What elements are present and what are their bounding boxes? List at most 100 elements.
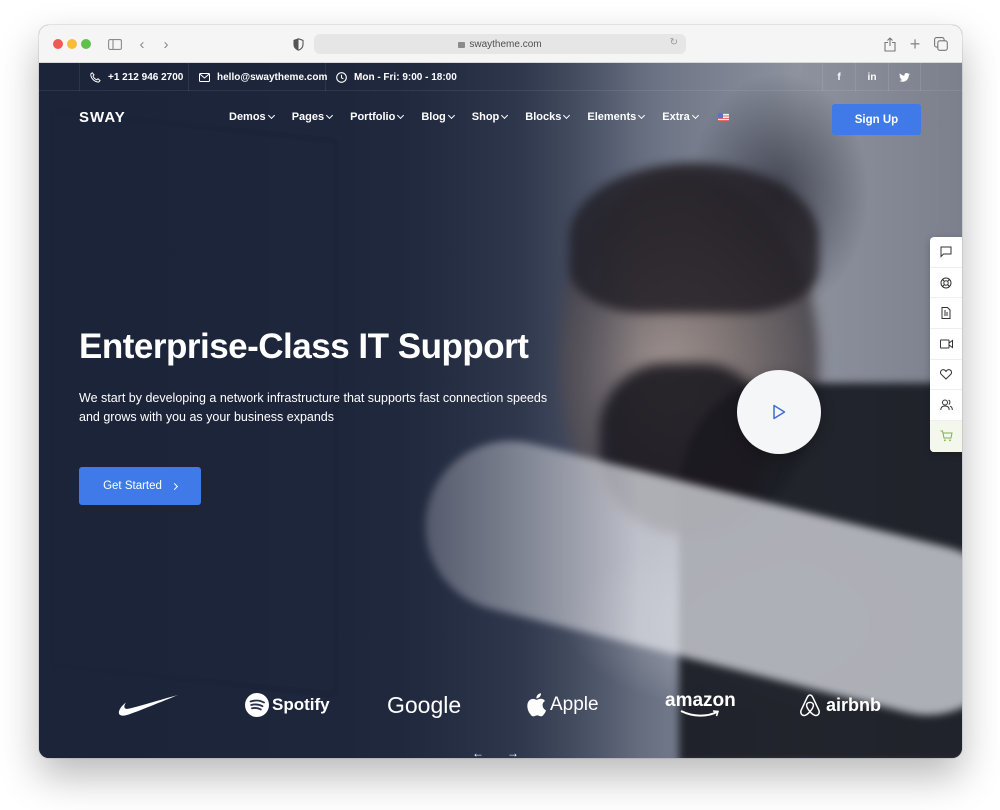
background-photo-hair	[569, 163, 819, 313]
hero-title: Enterprise-Class IT Support	[79, 327, 529, 366]
nav-item-extra[interactable]: Extra	[662, 111, 699, 123]
chevron-down-icon	[501, 111, 509, 119]
dock-wishlist[interactable]	[930, 360, 962, 391]
apple-icon	[527, 693, 546, 717]
nav-item-portfolio[interactable]: Portfolio	[350, 111, 405, 123]
hero-section: +1 212 946 2700 hello@swaytheme.com Mon …	[39, 63, 962, 758]
users-icon	[939, 399, 953, 411]
facebook-link[interactable]: f	[822, 63, 855, 91]
clock-icon	[336, 71, 347, 83]
share-icon[interactable]	[882, 34, 898, 54]
chevron-down-icon	[563, 111, 571, 119]
us-flag-icon	[717, 113, 729, 121]
airbnb-icon	[800, 694, 820, 717]
play-icon	[773, 404, 786, 420]
back-icon[interactable]: ‹	[135, 34, 149, 54]
mail-icon	[199, 72, 210, 82]
nav-item-shop[interactable]: Shop	[471, 111, 509, 123]
nav-label: Blog	[421, 111, 446, 123]
linkedin-link[interactable]: in	[855, 63, 888, 91]
twitter-icon	[899, 72, 910, 82]
cart-icon	[940, 430, 953, 442]
tab-overview-icon[interactable]	[932, 34, 950, 54]
email-address: hello@swaytheme.com	[217, 71, 328, 83]
sidebar-toggle-icon[interactable]	[105, 34, 125, 54]
business-hours: Mon - Fri: 9:00 - 18:00	[336, 63, 457, 91]
chevron-down-icon	[326, 111, 334, 119]
divider	[188, 63, 189, 91]
privacy-shield-icon[interactable]	[290, 34, 306, 54]
spotify-logo: Spotify	[245, 685, 330, 725]
chevron-down-icon	[447, 111, 455, 119]
dock-support[interactable]	[930, 268, 962, 299]
apple-wordmark: Apple	[550, 694, 599, 715]
get-started-button[interactable]: Get Started	[79, 467, 201, 505]
sign-up-button[interactable]: Sign Up	[832, 104, 921, 135]
nav-label: Portfolio	[350, 111, 396, 123]
heart-icon	[940, 369, 952, 380]
phone-icon	[90, 71, 101, 83]
nav-label: Pages	[291, 111, 325, 123]
language-switcher[interactable]	[716, 113, 729, 121]
chevron-down-icon	[638, 111, 646, 119]
video-icon	[939, 339, 953, 349]
chat-icon	[940, 246, 952, 258]
play-video-button[interactable]	[737, 370, 821, 454]
spotify-icon	[245, 693, 269, 717]
reload-icon[interactable]: ↻	[670, 37, 678, 48]
get-started-label: Get Started	[103, 480, 162, 492]
url-text: swaytheme.com	[469, 38, 542, 50]
lock-icon	[458, 42, 466, 48]
nav-label: Demos	[229, 111, 266, 123]
airbnb-wordmark: airbnb	[826, 694, 882, 715]
nav-item-pages[interactable]: Pages	[291, 111, 334, 123]
site-logo[interactable]: SWAY	[79, 109, 126, 126]
side-dock	[930, 237, 962, 452]
top-info-bar: +1 212 946 2700 hello@swaytheme.com Mon …	[39, 63, 962, 91]
airbnb-logo: airbnb	[799, 685, 881, 725]
divider	[79, 63, 80, 91]
twitter-link[interactable]	[888, 63, 921, 91]
chevron-right-icon	[170, 482, 178, 490]
slider-controls: ← →	[469, 746, 539, 758]
main-nav: Demos Pages Portfolio Blog Shop Blocks E…	[229, 111, 747, 123]
nav-label: Elements	[587, 111, 637, 123]
support-icon	[940, 277, 952, 289]
google-logo: Google	[387, 685, 461, 725]
client-logos: Spotify Google Apple amazon airbnb	[39, 685, 962, 725]
address-bar[interactable]: swaytheme.com ↻	[314, 34, 686, 54]
chevron-down-icon	[397, 111, 405, 119]
new-tab-icon[interactable]: +	[907, 34, 923, 54]
dock-users[interactable]	[930, 390, 962, 422]
nav-label: Shop	[471, 111, 500, 123]
hours-text: Mon - Fri: 9:00 - 18:00	[354, 71, 457, 83]
slider-next-button[interactable]: →	[504, 746, 522, 758]
google-wordmark: Google	[387, 691, 462, 718]
spotify-wordmark: Spotify	[272, 695, 330, 714]
forward-icon[interactable]: ›	[159, 34, 173, 54]
browser-window: ‹ › swaytheme.com ↻ + +1 212 946 2700 he…	[39, 25, 962, 758]
email-link[interactable]: hello@swaytheme.com	[199, 63, 327, 91]
nav-item-blocks[interactable]: Blocks	[525, 111, 571, 123]
close-window-button[interactable]	[53, 39, 63, 49]
phone-link[interactable]: +1 212 946 2700	[90, 63, 183, 91]
nike-swoosh-icon	[118, 695, 178, 716]
dock-cart[interactable]	[930, 421, 962, 452]
dock-chat[interactable]	[930, 237, 962, 268]
background-photo-person	[559, 173, 819, 533]
nav-item-demos[interactable]: Demos	[229, 111, 275, 123]
document-icon	[941, 307, 951, 320]
nav-item-blog[interactable]: Blog	[421, 111, 455, 123]
facebook-icon: f	[837, 71, 841, 83]
amazon-smile-icon	[680, 710, 720, 717]
dock-docs[interactable]	[930, 298, 962, 330]
minimize-window-button[interactable]	[67, 39, 77, 49]
amazon-wordmark: amazon	[665, 690, 736, 711]
apple-logo: Apple	[527, 685, 599, 725]
dock-video[interactable]	[930, 329, 962, 360]
nav-label: Blocks	[525, 111, 562, 123]
nav-item-elements[interactable]: Elements	[587, 111, 646, 123]
hero-subtitle: We start by developing a network infrast…	[79, 391, 548, 424]
slider-prev-button[interactable]: ←	[469, 746, 487, 758]
zoom-window-button[interactable]	[81, 39, 91, 49]
